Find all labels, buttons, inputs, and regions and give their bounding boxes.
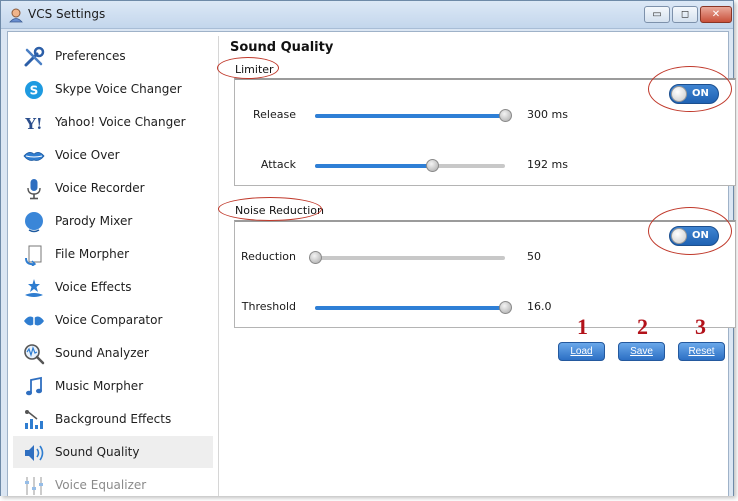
sidebar-item-label: Music Morpher (55, 379, 144, 393)
sidebar-item-voice-over[interactable]: Voice Over (13, 139, 213, 171)
limiter-label-highlight (217, 57, 279, 79)
sidebar-item-label: Sound Quality (55, 445, 140, 459)
sidebar-item-preferences[interactable]: Preferences (13, 40, 213, 72)
release-slider[interactable] (315, 109, 512, 122)
reset-button[interactable]: Reset (678, 342, 725, 361)
sidebar-item-label: Skype Voice Changer (55, 82, 182, 96)
speaker-icon (25, 445, 44, 461)
client-area: Preferences S Skype Voice Changer Y! Yah… (7, 31, 736, 496)
slider-fill (315, 164, 433, 168)
sidebar-item-label: Background Effects (55, 412, 172, 426)
sidebar-item-voice-effects[interactable]: Voice Effects (13, 271, 213, 303)
release-label: Release (253, 108, 296, 121)
sidebar-item-sound-quality[interactable]: Sound Quality (13, 436, 213, 468)
comparator-icon (24, 313, 44, 329)
app-icon (9, 8, 23, 23)
slider-thumb[interactable] (308, 251, 322, 264)
sidebar-item-label: Voice Equalizer (55, 478, 147, 492)
release-value: 300 ms (527, 108, 568, 121)
sidebar-item-voice-equalizer[interactable]: Voice Equalizer (13, 469, 213, 501)
sidebar-item-label: Preferences (55, 49, 126, 63)
sidebar-item-music-morpher[interactable]: Music Morpher (13, 370, 213, 402)
limiter-toggle-highlight (648, 66, 732, 112)
tools-icon (24, 46, 45, 67)
callout-2: 2 (637, 314, 648, 339)
sidebar-item-label: File Morpher (55, 247, 130, 261)
head-icon (25, 212, 43, 233)
sidebar-item-background-effects[interactable]: Background Effects (13, 403, 213, 435)
skype-icon: S (25, 81, 43, 99)
save-button[interactable]: Save (618, 342, 665, 361)
vcs-settings-window: VCS Settings ▭ ◻ ✕ Preferences S Skype V… (0, 0, 736, 496)
sidebar-item-label: Voice Effects (55, 280, 132, 294)
sidebar-item-parody-mixer[interactable]: Parody Mixer (13, 205, 213, 237)
sidebar-item-file-morpher[interactable]: File Morpher (13, 238, 213, 270)
sidebar-item-sound-analyzer[interactable]: Sound Analyzer (13, 337, 213, 369)
sidebar-item-label: Parody Mixer (55, 214, 133, 228)
maximize-button[interactable]: ◻ (672, 6, 698, 23)
threshold-label: Threshold (241, 300, 296, 313)
svg-text:Y!: Y! (24, 115, 42, 133)
attack-slider[interactable] (315, 159, 505, 172)
slider-thumb[interactable] (498, 109, 512, 122)
noise-reduction-toggle-highlight (648, 207, 732, 255)
page-title: Sound Quality (230, 40, 334, 55)
window-title: VCS Settings (28, 7, 106, 21)
music-note-icon (26, 376, 42, 396)
slider-fill (315, 306, 505, 310)
sidebar-item-skype-voice-changer[interactable]: S Skype Voice Changer (13, 73, 213, 105)
slider-thumb[interactable] (498, 301, 512, 314)
reduction-value: 50 (527, 250, 541, 263)
callout-3: 3 (695, 314, 706, 339)
close-button[interactable]: ✕ (700, 6, 732, 23)
lips-icon (23, 152, 45, 161)
reduction-label: Reduction (241, 250, 296, 263)
yahoo-icon: Y! (24, 115, 42, 133)
sidebar-item-label: Sound Analyzer (55, 346, 149, 360)
analyzer-icon (24, 344, 45, 365)
slider-fill (315, 114, 505, 118)
threshold-value: 16.0 (527, 300, 552, 313)
sidebar-item-voice-comparator[interactable]: Voice Comparator (13, 304, 213, 336)
reduction-slider[interactable] (308, 251, 505, 264)
sidebar: Preferences S Skype Voice Changer Y! Yah… (13, 36, 219, 496)
load-button[interactable]: Load (558, 342, 605, 361)
attack-label: Attack (260, 158, 296, 171)
microphone-icon (27, 179, 41, 200)
equalizer-icon (25, 477, 43, 495)
svg-text:S: S (30, 84, 39, 98)
sidebar-item-label: Voice Comparator (55, 313, 163, 327)
sidebar-item-yahoo-voice-changer[interactable]: Y! Yahoo! Voice Changer (13, 106, 213, 138)
title-bar[interactable]: VCS Settings ▭ ◻ ✕ (1, 1, 733, 29)
background-effects-icon (25, 410, 43, 429)
minimize-button[interactable]: ▭ (644, 6, 670, 23)
threshold-slider[interactable] (315, 301, 512, 314)
sidebar-item-label: Voice Recorder (55, 181, 145, 195)
sound-quality-panel: Sound Quality Limiter ON Release 300 ms … (217, 32, 736, 496)
sidebar-item-label: Voice Over (55, 148, 120, 162)
noise-reduction-label-highlight (218, 197, 322, 221)
sidebar-item-voice-recorder[interactable]: Voice Recorder (13, 172, 213, 204)
sidebar-item-label: Yahoo! Voice Changer (55, 115, 186, 129)
voice-effects-icon (25, 279, 43, 297)
file-morph-icon (25, 245, 42, 266)
callout-1: 1 (577, 314, 588, 339)
attack-value: 192 ms (527, 158, 568, 171)
